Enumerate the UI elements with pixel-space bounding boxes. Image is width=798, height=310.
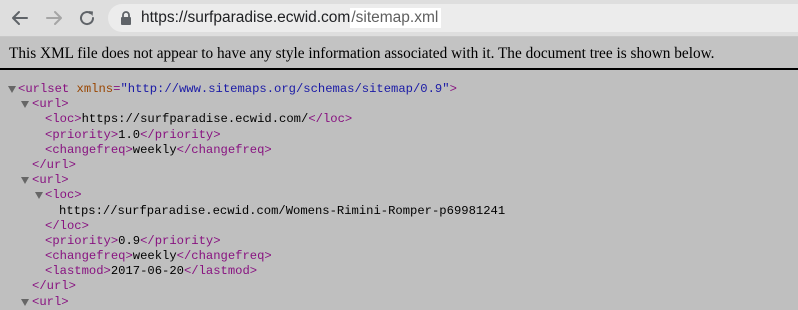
lock-icon xyxy=(121,11,131,25)
tree-line-url2-close: </url> xyxy=(0,279,798,294)
url-text: https://surfparadise.ecwid.com/sitemap.x… xyxy=(141,8,442,28)
tree-line-url2-open: <url> xyxy=(0,173,798,188)
reload-button[interactable] xyxy=(75,6,99,30)
browser-toolbar: https://surfparadise.ecwid.com/sitemap.x… xyxy=(0,0,798,37)
collapse-triangle-icon[interactable] xyxy=(8,86,16,93)
tree-line-urlset: <urlset xmlns="http://www.sitemaps.org/s… xyxy=(0,82,798,97)
arrow-right-icon xyxy=(46,11,62,25)
url-path-selected: /sitemap.xml xyxy=(350,8,442,28)
address-bar[interactable]: https://surfparadise.ecwid.com/sitemap.x… xyxy=(108,4,798,32)
reload-icon xyxy=(80,11,95,26)
changefreq-element: <changefreq>weekly</changefreq> xyxy=(45,249,272,264)
lastmod-element: <lastmod>2017-06-20</lastmod> xyxy=(45,264,258,279)
changefreq-element: <changefreq>weekly</changefreq> xyxy=(45,142,272,157)
tree-line-loc2-open: <loc> xyxy=(0,188,798,203)
tree-line-priority: <priority>1.0</priority> xyxy=(0,128,798,143)
xml-style-notice: This XML file does not appear to have an… xyxy=(0,37,798,70)
tree-line-loc: <loc>https://surfparadise.ecwid.com/</lo… xyxy=(0,112,798,127)
tree-line-changefreq: <changefreq>weekly</changefreq> xyxy=(0,143,798,158)
url-open-tag: <url> xyxy=(32,294,69,309)
priority-element: <priority>1.0</priority> xyxy=(45,127,221,142)
url-close-tag: </url> xyxy=(32,279,76,294)
collapse-triangle-icon[interactable] xyxy=(21,298,29,306)
tree-line-url1-close: </url> xyxy=(0,158,798,173)
xml-tree: <urlset xmlns="http://www.sitemaps.org/s… xyxy=(0,82,798,310)
loc-close-tag: </loc> xyxy=(45,218,89,233)
forward-button[interactable] xyxy=(42,6,66,30)
loc-element: <loc>https://surfparadise.ecwid.com/</lo… xyxy=(45,112,353,127)
url-host: https://surfparadise.ecwid.com xyxy=(141,9,351,26)
collapse-triangle-icon[interactable] xyxy=(21,101,29,109)
collapse-triangle-icon[interactable] xyxy=(35,192,43,200)
tree-line-changefreq2: <changefreq>weekly</changefreq> xyxy=(0,249,798,264)
tree-line-loc2-close: </loc> xyxy=(0,219,798,234)
loc-open-tag: <loc> xyxy=(45,188,82,203)
url-open-tag: <url> xyxy=(32,173,69,188)
url-close-tag: </url> xyxy=(32,157,76,172)
tree-line-loc2-value: https://surfparadise.ecwid.com/Womens-Ri… xyxy=(0,204,798,219)
arrow-left-icon xyxy=(12,11,28,25)
loc-text: https://surfparadise.ecwid.com/Womens-Ri… xyxy=(59,203,506,218)
urlset-open-tag: <urlset xmlns="http://www.sitemaps.org/s… xyxy=(18,82,457,96)
tree-line-url3-open: <url> xyxy=(0,295,798,310)
priority-element: <priority>0.9</priority> xyxy=(45,233,221,248)
tree-line-lastmod: <lastmod>2017-06-20</lastmod> xyxy=(0,264,798,279)
collapse-triangle-icon[interactable] xyxy=(21,177,29,185)
back-button[interactable] xyxy=(8,6,32,30)
tree-line-priority2: <priority>0.9</priority> xyxy=(0,234,798,249)
tree-line-url1-open: <url> xyxy=(0,97,798,112)
url-open-tag: <url> xyxy=(32,97,69,112)
notice-text: This XML file does not appear to have an… xyxy=(9,45,715,62)
